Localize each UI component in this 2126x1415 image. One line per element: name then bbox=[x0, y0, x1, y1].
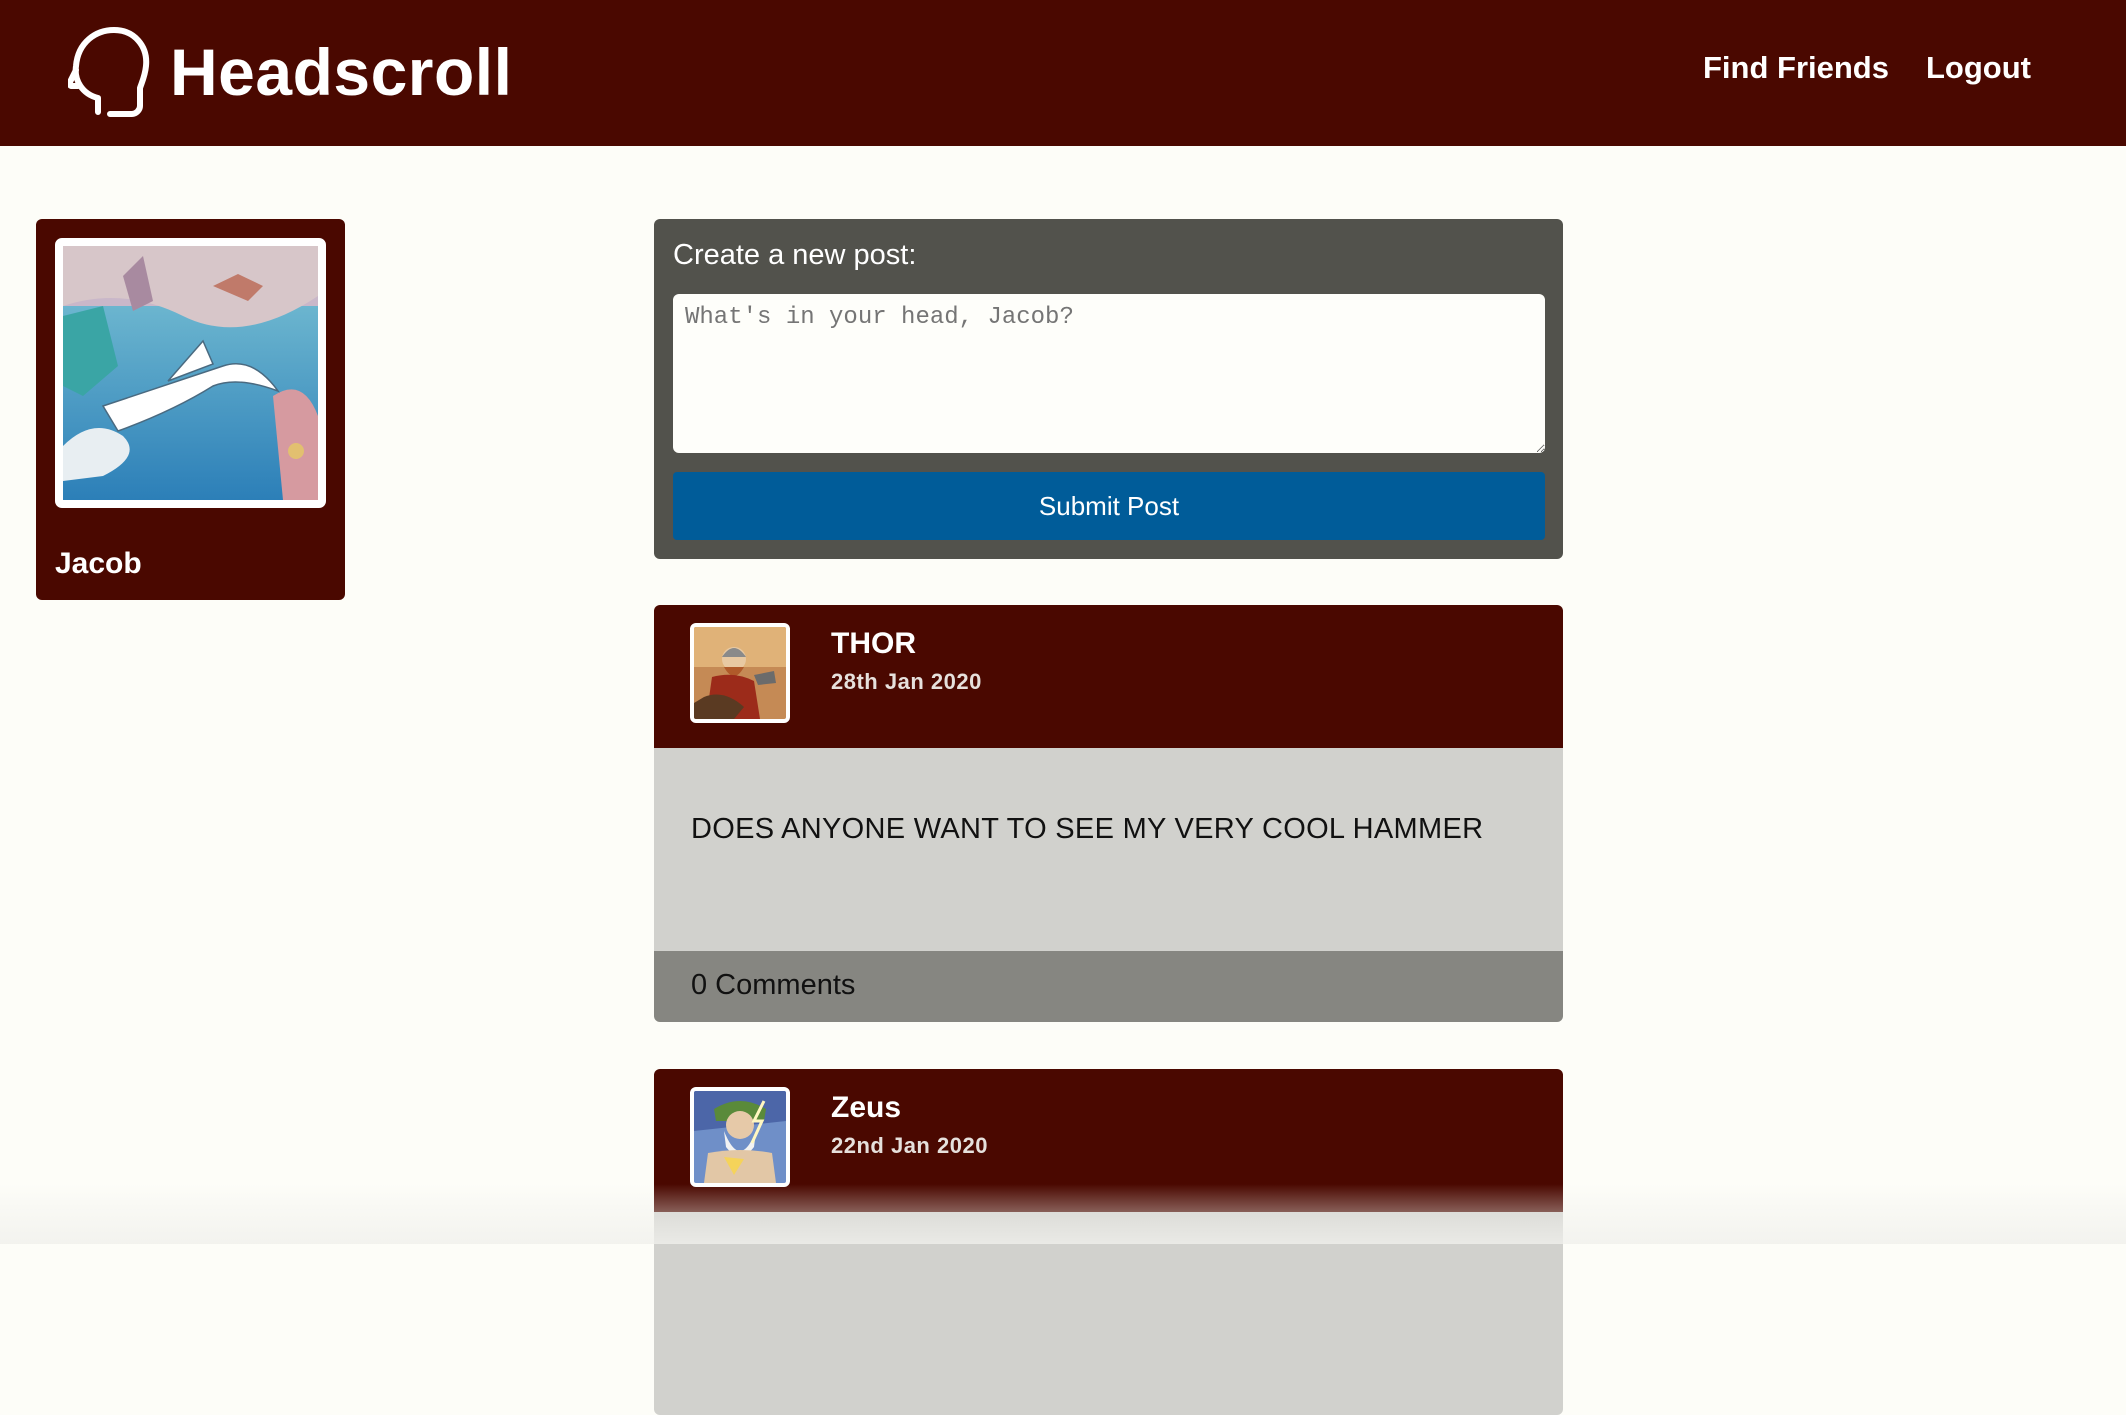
post-card: THOR 28th Jan 2020 DOES ANYONE WANT TO S… bbox=[654, 605, 1563, 1022]
nav-links: Find Friends Logout bbox=[1703, 50, 2031, 86]
navbar: Headscroll Find Friends Logout bbox=[0, 0, 2126, 146]
post-author[interactable]: THOR bbox=[831, 627, 916, 661]
post-body: DOES ANYONE WANT TO SEE MY VERY COOL HAM… bbox=[654, 748, 1563, 951]
comments-count[interactable]: 0 Comments bbox=[691, 969, 855, 1002]
post-author-avatar[interactable] bbox=[690, 623, 790, 723]
new-post-composer: Create a new post: Submit Post bbox=[654, 219, 1563, 559]
post-header: Zeus 22nd Jan 2020 bbox=[654, 1069, 1563, 1212]
post-body bbox=[654, 1212, 1563, 1415]
thor-avatar-image bbox=[694, 627, 786, 719]
logout-link[interactable]: Logout bbox=[1926, 50, 2031, 86]
composer-label: Create a new post: bbox=[673, 239, 917, 271]
head-logo-icon bbox=[68, 27, 150, 117]
find-friends-link[interactable]: Find Friends bbox=[1703, 50, 1889, 86]
post-author-avatar[interactable] bbox=[690, 1087, 790, 1187]
post-textarea[interactable] bbox=[673, 294, 1545, 453]
post-date: 22nd Jan 2020 bbox=[831, 1133, 988, 1158]
brand[interactable]: Headscroll bbox=[68, 24, 512, 120]
post-card: Zeus 22nd Jan 2020 bbox=[654, 1069, 1563, 1415]
profile-avatar-image bbox=[63, 246, 318, 500]
profile-card: Jacob bbox=[36, 219, 345, 600]
post-date: 28th Jan 2020 bbox=[831, 669, 982, 694]
post-text: DOES ANYONE WANT TO SEE MY VERY COOL HAM… bbox=[691, 813, 1484, 845]
brand-name: Headscroll bbox=[170, 35, 513, 109]
profile-name: Jacob bbox=[55, 547, 142, 580]
zeus-avatar-image bbox=[694, 1091, 786, 1183]
post-author[interactable]: Zeus bbox=[831, 1091, 901, 1125]
post-comments-bar[interactable]: 0 Comments bbox=[654, 951, 1563, 1022]
post-header: THOR 28th Jan 2020 bbox=[654, 605, 1563, 748]
submit-post-button[interactable]: Submit Post bbox=[673, 472, 1545, 540]
profile-avatar[interactable] bbox=[55, 238, 326, 508]
